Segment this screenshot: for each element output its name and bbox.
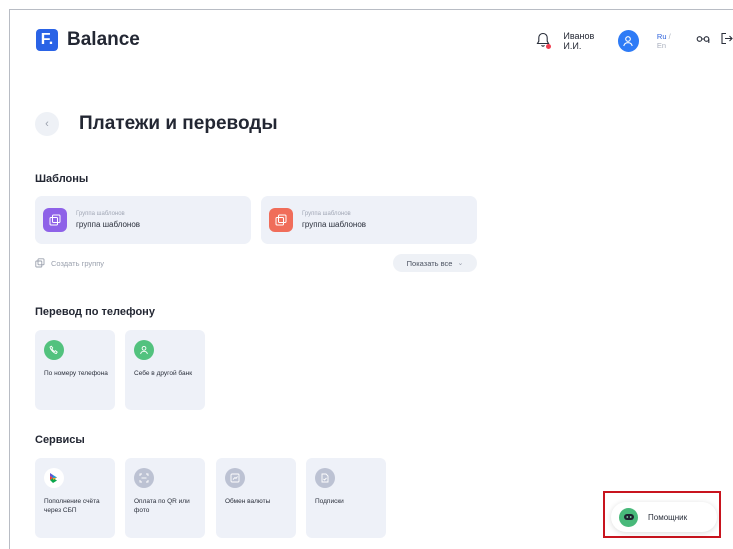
logo-mark-icon: F. — [36, 29, 58, 51]
notification-dot — [546, 44, 552, 49]
tile-transfer-by-phone[interactable]: По номеру телефона — [35, 330, 115, 410]
user-avatar-icon — [623, 36, 634, 47]
lang-en[interactable]: En — [657, 41, 666, 50]
tile-label: Обмен валюты — [225, 498, 271, 505]
create-group-button[interactable]: Создать группу — [35, 258, 104, 268]
header-right: Иванов И.И. Ru / En — [536, 30, 733, 52]
template-card-label: группа шаблонов — [76, 220, 141, 229]
template-group-icon — [269, 208, 293, 232]
language-switch[interactable]: Ru / En — [657, 32, 681, 50]
tile-sbp-topup[interactable]: Пополнение счёта через СБП — [35, 458, 115, 538]
lang-separator: / — [668, 32, 671, 41]
subscription-icon — [315, 468, 335, 488]
tile-subscriptions[interactable]: Подписки — [306, 458, 386, 538]
section-title-services: Сервисы — [35, 434, 85, 446]
currency-exchange-icon — [225, 468, 245, 488]
tile-qr-payment[interactable]: Оплата по QR или фото — [125, 458, 205, 538]
glasses-icon[interactable] — [696, 32, 710, 50]
logo-text: Balance — [67, 29, 140, 50]
template-card-sublabel: Группа шаблонов — [76, 211, 125, 217]
assistant-button[interactable]: Помощник — [611, 502, 717, 532]
template-card-label: группа шаблонов — [302, 220, 367, 229]
lang-ru[interactable]: Ru — [657, 32, 667, 41]
template-group-card[interactable]: Группа шаблонов группа шаблонов — [35, 196, 251, 244]
template-group-icon — [43, 208, 67, 232]
tile-label: Пополнение счёта через СБП — [44, 498, 100, 514]
create-group-label: Создать группу — [51, 258, 105, 268]
back-button[interactable]: ‹ — [35, 112, 59, 136]
tile-transfer-self-other-bank[interactable]: Себе в другой банк — [125, 330, 205, 410]
template-group-card[interactable]: Группа шаблонов группа шаблонов — [261, 196, 477, 244]
tile-label: Оплата по QR или фото — [134, 498, 190, 514]
avatar[interactable] — [617, 30, 639, 52]
tile-label: Подписки — [315, 498, 344, 505]
template-card-sublabel: Группа шаблонов — [302, 211, 351, 217]
qr-scan-icon — [134, 468, 154, 488]
tile-label: Себе в другой банк — [134, 370, 193, 377]
logout-icon[interactable] — [720, 32, 733, 50]
tile-currency-exchange[interactable]: Обмен валюты — [216, 458, 296, 538]
bell-icon[interactable] — [536, 32, 552, 50]
phone-icon — [44, 340, 64, 360]
logo[interactable]: F. Balance — [36, 29, 140, 51]
tile-label: По номеру телефона — [44, 370, 108, 377]
section-title-templates: Шаблоны — [35, 173, 89, 185]
copy-icon — [35, 258, 45, 268]
section-title-phone-transfer: Перевод по телефону — [35, 306, 155, 318]
assistant-label: Помощник — [648, 512, 688, 522]
show-all-label: Показать все — [406, 258, 453, 268]
chevron-down-icon: ⌄ — [457, 260, 464, 267]
sbp-icon — [44, 468, 64, 488]
user-name[interactable]: Иванов И.И. — [563, 31, 612, 51]
page-title: Платежи и переводы — [79, 113, 278, 134]
show-all-button[interactable]: Показать все ⌄ — [393, 254, 477, 272]
user-icon — [134, 340, 154, 360]
robot-icon — [619, 507, 638, 527]
